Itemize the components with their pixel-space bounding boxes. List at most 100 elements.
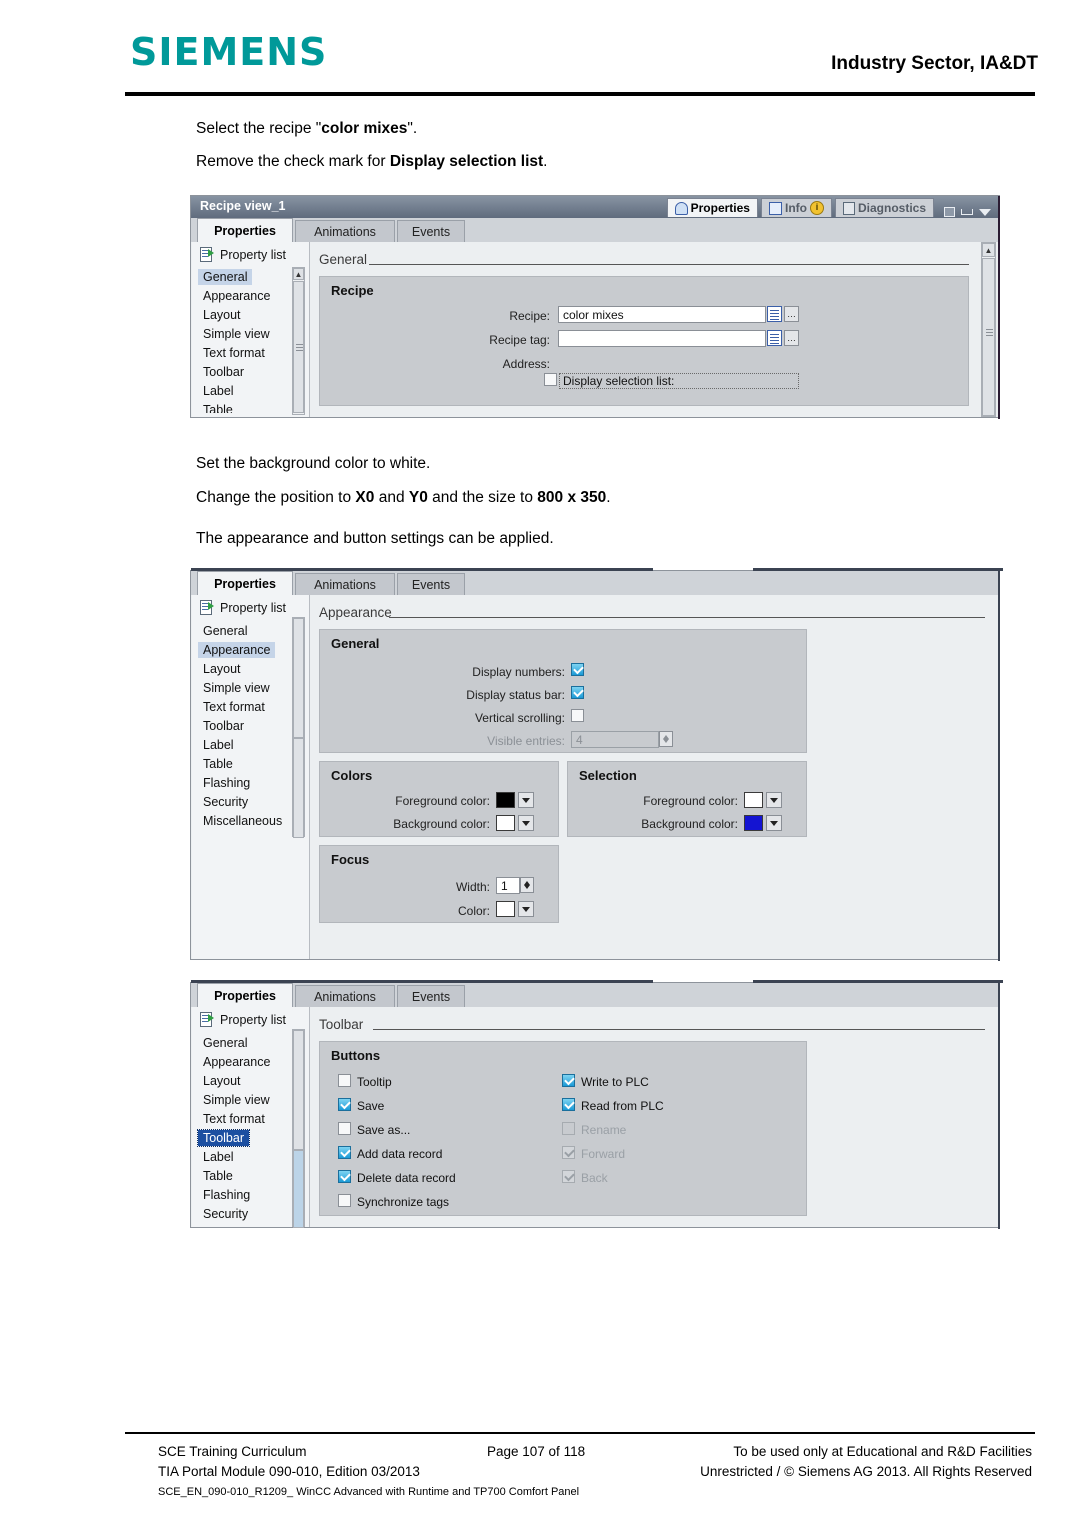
sidebar3-item-text-format[interactable]: Text format [198, 1111, 270, 1127]
sidebar2-item-appearance[interactable]: Appearance [198, 642, 276, 658]
panel3-tabstrip: Properties Animations Events [191, 983, 999, 1007]
panel1-header-tabs: Properties Info i Diagnostics [664, 198, 995, 217]
instruction-4-p3: and the size to [427, 489, 538, 506]
sidebar-item-layout[interactable]: Layout [198, 307, 246, 323]
selection-background-swatch[interactable] [744, 815, 763, 831]
tab-info-header[interactable]: Info i [760, 198, 832, 217]
tooltip-checkbox[interactable] [338, 1074, 351, 1087]
sidebar3-item-appearance[interactable]: Appearance [198, 1054, 275, 1070]
read-from-plc-checkbox[interactable] [562, 1098, 575, 1111]
delete-data-record-checkbox[interactable] [338, 1170, 351, 1183]
sidebar3-item-general[interactable]: General [198, 1035, 252, 1051]
minimize-icon[interactable] [961, 209, 973, 215]
panel3-nav-scroll-thumb[interactable] [293, 1030, 304, 1150]
focus-color-swatch[interactable] [496, 901, 515, 917]
sidebar3-item-layout[interactable]: Layout [198, 1073, 246, 1089]
selection-background-dropdown[interactable] [766, 815, 782, 831]
tab-properties-2[interactable]: Properties [197, 571, 293, 595]
sidebar3-item-table[interactable]: Table [198, 1168, 238, 1184]
focus-color-dropdown[interactable] [518, 901, 534, 917]
panel1-content-scroll-thumb[interactable] [982, 258, 995, 416]
sidebar2-item-toolbar[interactable]: Toolbar [198, 718, 249, 734]
tab-diagnostics-header[interactable]: Diagnostics [834, 198, 934, 217]
recipe-tag-input[interactable] [558, 330, 766, 347]
panel3-nav-scrollbar[interactable] [292, 1029, 305, 1150]
selection-foreground-dropdown[interactable] [766, 792, 782, 808]
sidebar2-item-simple-view[interactable]: Simple view [198, 680, 275, 696]
colors-foreground-dropdown[interactable] [518, 792, 534, 808]
colors-background-dropdown[interactable] [518, 815, 534, 831]
save-as-checkbox[interactable] [338, 1122, 351, 1135]
sidebar2-item-flashing[interactable]: Flashing [198, 775, 255, 791]
synchronize-tags-checkbox[interactable] [338, 1194, 351, 1207]
panel2-nav-scroll-thumb[interactable] [293, 618, 304, 738]
colors-background-swatch[interactable] [496, 815, 515, 831]
sidebar-item-table[interactable]: Table [198, 402, 238, 413]
panel2-section-title: Appearance [319, 605, 392, 620]
display-status-bar-checkbox[interactable] [571, 686, 584, 699]
focus-width-stepper[interactable] [520, 877, 534, 893]
property-list-header-2[interactable]: Property list [200, 600, 286, 615]
visible-entries-stepper[interactable] [659, 731, 673, 747]
recipe-tag-browse-button[interactable]: … [784, 330, 799, 346]
tab-animations[interactable]: Animations [295, 220, 395, 242]
recipe-field-label: Recipe: [509, 309, 550, 323]
display-numbers-checkbox[interactable] [571, 663, 584, 676]
panel1-content: General Recipe Recipe: color mixes … Rec… [311, 242, 981, 417]
panel3-nav-scroll-thumb-2[interactable] [293, 1150, 304, 1228]
sidebar3-item-toolbar[interactable]: Toolbar [197, 1129, 250, 1147]
property-list-header-3[interactable]: Property list [200, 1012, 286, 1027]
sidebar2-item-layout[interactable]: Layout [198, 661, 246, 677]
tab-animations-3[interactable]: Animations [295, 985, 395, 1007]
sidebar2-item-table[interactable]: Table [198, 756, 238, 772]
recipe-input[interactable]: color mixes [558, 306, 766, 323]
maximize-icon[interactable] [944, 207, 955, 217]
tab-properties-header[interactable]: Properties [666, 198, 758, 217]
focus-width-input[interactable]: 1 [496, 877, 520, 894]
panel1-nav-scrollbar[interactable]: ▲ [292, 267, 305, 415]
panel1-nav-scroll-thumb[interactable] [293, 281, 304, 413]
panel2-nav-scrollbar[interactable] [292, 617, 305, 738]
panel1-content-scrollbar[interactable]: ▲ [981, 242, 996, 417]
scroll-up-icon[interactable]: ▲ [293, 268, 304, 280]
sidebar2-item-general[interactable]: General [198, 623, 252, 639]
tab-animations-2[interactable]: Animations [295, 573, 395, 595]
panel2-nav-scroll-thumb-2[interactable] [293, 738, 304, 838]
panel3-nav-scrollbar-2[interactable] [292, 1149, 305, 1228]
tab-events[interactable]: Events [397, 220, 465, 242]
recipe-browse-button[interactable]: … [784, 306, 799, 322]
recipe-tag-picker-icon-2[interactable] [767, 330, 782, 346]
tab-events-3[interactable]: Events [397, 985, 465, 1007]
sidebar3-item-simple-view[interactable]: Simple view [198, 1092, 275, 1108]
save-checkbox[interactable] [338, 1098, 351, 1111]
scroll-up-icon-outer[interactable]: ▲ [982, 243, 995, 257]
write-to-plc-checkbox[interactable] [562, 1074, 575, 1087]
sidebar3-item-label[interactable]: Label [198, 1149, 239, 1165]
tab-events-2[interactable]: Events [397, 573, 465, 595]
sidebar2-item-text-format[interactable]: Text format [198, 699, 270, 715]
sidebar-item-appearance[interactable]: Appearance [198, 288, 275, 304]
display-selection-list-checkbox[interactable] [544, 373, 557, 386]
add-data-record-checkbox[interactable] [338, 1146, 351, 1159]
sidebar-item-simple-view[interactable]: Simple view [198, 326, 275, 342]
sidebar2-item-label[interactable]: Label [198, 737, 239, 753]
chevron-down-icon[interactable] [979, 208, 991, 216]
vertical-scrolling-checkbox[interactable] [571, 709, 584, 722]
sidebar-item-general[interactable]: General [198, 269, 253, 285]
sidebar-item-label[interactable]: Label [198, 383, 239, 399]
selection-foreground-swatch[interactable] [744, 792, 763, 808]
sidebar-item-toolbar[interactable]: Toolbar [198, 364, 249, 380]
sidebar2-item-miscellaneous[interactable]: Miscellaneous [198, 813, 287, 829]
tab-properties-3[interactable]: Properties [197, 983, 293, 1007]
colors-foreground-swatch[interactable] [496, 792, 515, 808]
property-list-header[interactable]: Property list [200, 247, 286, 262]
visible-entries-input[interactable]: 4 [571, 731, 659, 748]
tab-properties[interactable]: Properties [197, 218, 293, 242]
recipe-tag-picker-icon[interactable] [767, 306, 782, 322]
sidebar3-item-flashing[interactable]: Flashing [198, 1187, 255, 1203]
header-title: Industry Sector, IA&DT [831, 53, 1038, 74]
panel2-nav-scrollbar-2[interactable] [292, 737, 305, 838]
sidebar3-item-security[interactable]: Security [198, 1206, 253, 1222]
sidebar-item-text-format[interactable]: Text format [198, 345, 270, 361]
sidebar2-item-security[interactable]: Security [198, 794, 253, 810]
